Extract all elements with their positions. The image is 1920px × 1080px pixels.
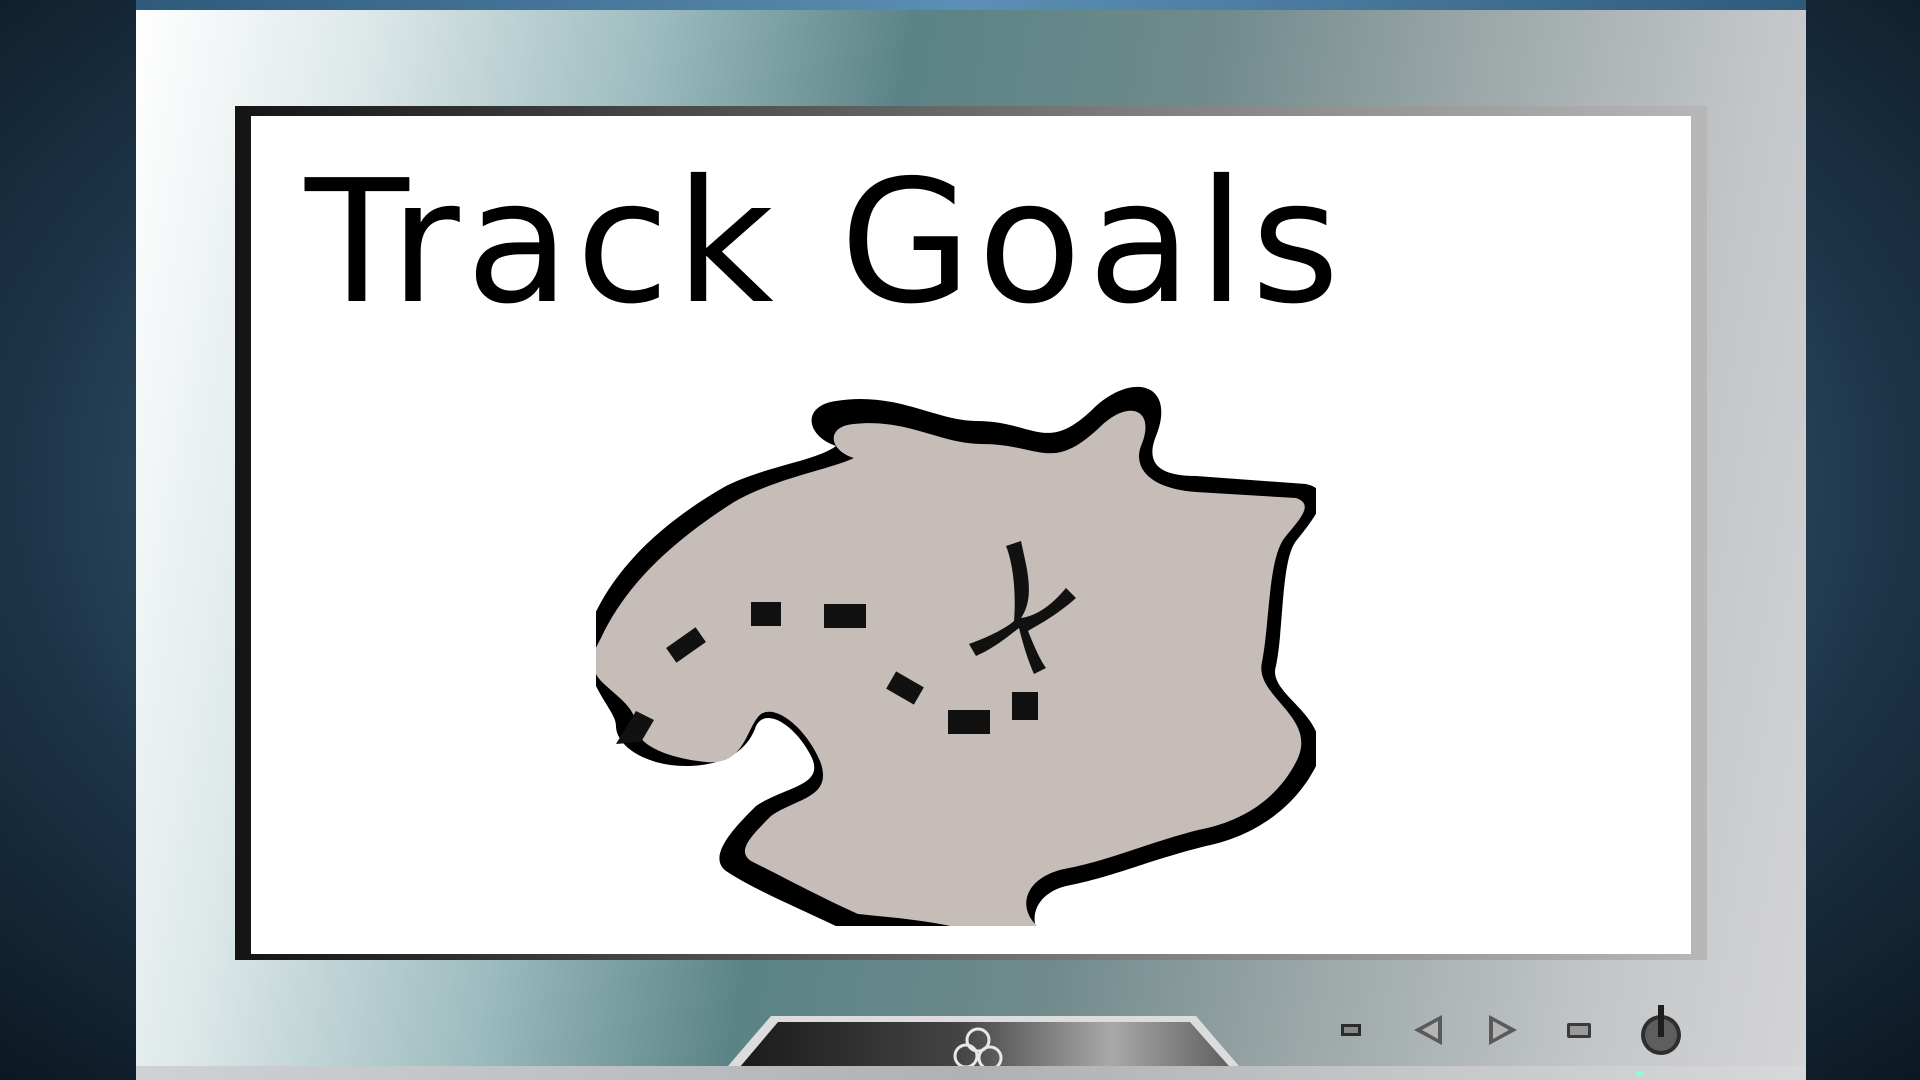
treasure-map-illustration (596, 386, 1316, 926)
screen-title: Track Goals (305, 144, 1346, 342)
power-button[interactable] (1626, 995, 1696, 1065)
previous-icon (1414, 1015, 1442, 1045)
menu-icon (1341, 1024, 1361, 1036)
previous-button[interactable] (1398, 995, 1458, 1065)
monitor-top-edge (136, 0, 1806, 10)
monitor-bottom-edge (136, 1066, 1806, 1080)
input-source-icon (1567, 1023, 1591, 1038)
next-icon (1489, 1015, 1517, 1045)
monitor: Track Goals (136, 10, 1806, 1080)
trail-dash (1012, 692, 1038, 720)
screen-bezel: Track Goals (235, 106, 1707, 960)
power-icon (1641, 1005, 1681, 1055)
next-button[interactable] (1473, 995, 1533, 1065)
trail-dash (751, 602, 781, 626)
screen: Track Goals (251, 116, 1691, 954)
power-indicator-led (1636, 1071, 1644, 1076)
monitor-controls (1321, 995, 1791, 1065)
menu-button[interactable] (1321, 995, 1381, 1065)
trail-dash (824, 604, 866, 628)
input-source-button[interactable] (1549, 995, 1609, 1065)
trail-dash (948, 710, 990, 734)
